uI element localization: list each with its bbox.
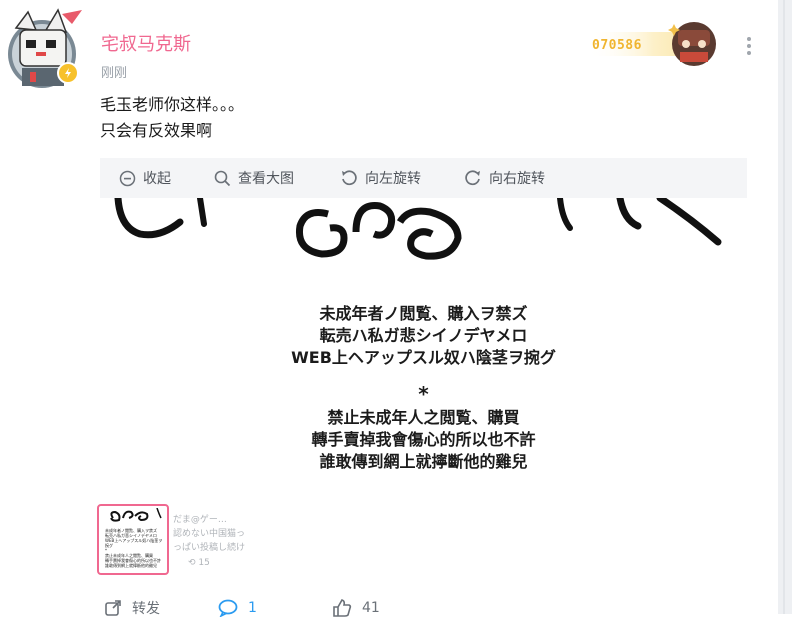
- thumbnail-text-line: WEB上ヘアップスル奴ハ陰茎ヲ捥グ: [105, 538, 163, 548]
- image-text-line: 未成年者ノ閲覧、購入ヲ禁ズ: [319, 304, 528, 323]
- post-image[interactable]: 未成年者ノ閲覧、購入ヲ禁ズ 転売ハ私ガ悲シイノデヤメロ WEB上ヘアップスル奴ハ…: [100, 198, 747, 498]
- collapse-icon: [119, 170, 136, 186]
- repost-label: 转发: [132, 601, 160, 617]
- rotate-right-button[interactable]: 向右旋转: [464, 168, 545, 188]
- comment-button[interactable]: 1: [218, 598, 257, 618]
- rotate-right-icon: [465, 170, 480, 186]
- like-button[interactable]: 41: [332, 598, 380, 618]
- post-text: 毛玉老师你这样。。。 只会有反效果啊: [100, 92, 244, 144]
- search-icon: [214, 170, 231, 186]
- collapse-button[interactable]: 收起: [119, 168, 171, 188]
- comment-icon: [218, 599, 238, 617]
- rotate-left-icon: [342, 170, 357, 186]
- post-text-line: 毛玉老师你这样。。。: [100, 95, 245, 114]
- repost-button[interactable]: 转发: [104, 598, 160, 618]
- rotate-left-label: 向左旋转: [365, 171, 421, 187]
- post-timestamp: 刚刚: [101, 66, 128, 81]
- image-toolbar: 收起 查看大图 向左旋转 向右旋转: [100, 158, 747, 198]
- view-large-label: 查看大图: [238, 171, 294, 187]
- thumbnail-swirl-art: [110, 508, 162, 522]
- rotate-right-label: 向右旋转: [489, 171, 545, 187]
- image-text-line: 轉手賣掉我會傷心的所以也不許: [311, 430, 536, 449]
- thumbnail-text: 未成年者ノ閲覧、購入ヲ禁ズ 転売ハ私ガ悲シイノデヤメロ WEB上ヘアップスル奴ハ…: [105, 528, 163, 568]
- scrollbar-line: [783, 0, 785, 614]
- watermark-text: だま@ゲー…: [173, 515, 227, 525]
- scrollbar-track[interactable]: [778, 0, 792, 614]
- image-text-line: WEB上ヘアップスル奴ハ陰茎ヲ捥グ: [291, 348, 556, 367]
- image-thumbnail[interactable]: 未成年者ノ閲覧、購入ヲ禁ズ 転売ハ私ガ悲シイノデヤメロ WEB上ヘアップスル奴ハ…: [97, 504, 169, 575]
- image-text-line: 誰敢傳到網上就擰斷他的雞兒: [319, 452, 528, 471]
- fan-number: 070586: [592, 38, 642, 53]
- decorative-swirl-art: [114, 198, 722, 260]
- verified-badge-icon: [57, 62, 79, 84]
- watermark-text: 認めない中国猫っ: [173, 529, 246, 539]
- thumbs-up-icon: [333, 599, 352, 617]
- watermark-text: っぱい投稿し続け: [173, 543, 246, 553]
- image-text-line: 転売ハ私ガ悲シイノデヤメロ: [319, 326, 528, 345]
- repost-icon: [105, 600, 121, 616]
- username[interactable]: 宅叔马克斯: [101, 30, 191, 56]
- thumbnail-text-line: 誰敢傳到網上就擰斷他的雞兒: [105, 563, 157, 568]
- post-text-line: 只会有反效果啊: [100, 121, 213, 140]
- image-text-line: 禁止未成年人之閲覧、購買: [327, 408, 520, 427]
- image-star: *: [418, 382, 429, 406]
- watermark-text: ⟲ 15: [188, 558, 210, 568]
- view-large-button[interactable]: 查看大图: [214, 168, 294, 188]
- more-options-button[interactable]: [742, 34, 756, 58]
- rotate-left-button[interactable]: 向左旋转: [340, 168, 421, 188]
- collapse-label: 收起: [143, 171, 171, 187]
